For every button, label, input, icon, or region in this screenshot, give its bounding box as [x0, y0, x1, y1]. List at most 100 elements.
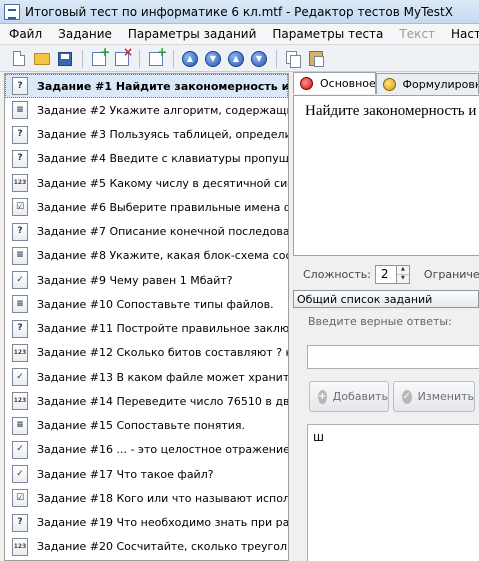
stepper-up-icon[interactable]: ▲ [397, 266, 409, 274]
move-bottom-button[interactable]: ▼ [248, 48, 270, 70]
single-choice-task-icon: ✓ [12, 465, 28, 484]
stepper-down-icon[interactable]: ▼ [396, 273, 409, 283]
toolbar-separator [173, 49, 174, 68]
add-answer-button[interactable]: + Добавить [309, 381, 389, 412]
task-row[interactable]: ? Задание #11 Постройте правильное заключ… [5, 317, 288, 341]
task-list-select-value: Общий список заданий [297, 292, 433, 306]
task-title: Задание #8 Укажите, какая блок-схема соо… [37, 249, 288, 263]
move-top-button[interactable]: ▲ [225, 48, 247, 70]
task-title: Задание #20 Сосчитайте, сколько треуголь… [37, 540, 288, 554]
task-row[interactable]: ✓ Задание #16 ... - это целостное отражен… [5, 438, 288, 462]
task-title: Задание #1 Найдите закономерность и про [37, 79, 288, 93]
menu-text[interactable]: Текст [390, 27, 442, 41]
task-title: Задание #5 Какому числу в десятичной сис… [37, 176, 288, 190]
task-title: Задание #19 Что необходимо знать при раз… [37, 516, 288, 530]
menu-bar: Файл Задание Параметры заданий Параметры… [0, 24, 479, 45]
difficulty-stepper[interactable]: ▲ ▼ [396, 264, 410, 284]
answers-label: Введите верные ответы: [308, 315, 452, 328]
delete-task-button[interactable] [111, 45, 133, 70]
answers-list[interactable]: ш [307, 424, 479, 561]
multiple-choice-task-icon: ☑ [12, 198, 28, 217]
task-row[interactable]: ? Задание #7 Описание конечной последоват… [5, 220, 288, 244]
task-row[interactable]: 123 Задание #20 Сосчитайте, сколько треуг… [5, 535, 288, 559]
tab-main[interactable]: Основное [293, 72, 376, 94]
task-row[interactable]: ≡ Задание #10 Сопоставьте типы файлов. [5, 292, 288, 316]
task-row[interactable]: 123 Задание #14 Переведите число 76510 в … [5, 389, 288, 413]
task-row[interactable]: ≡ Задание #15 Сопоставьте понятия. [5, 414, 288, 438]
menu-task-parameters[interactable]: Параметры заданий [119, 27, 264, 41]
save-button[interactable] [54, 48, 76, 70]
task-list-select[interactable]: Общий список заданий [293, 290, 479, 308]
task-title: Задание #10 Сопоставьте типы файлов. [37, 297, 274, 311]
answer-input[interactable] [307, 345, 479, 369]
task-title: Задание #2 Укажите алгоритм, содержащий … [37, 103, 288, 117]
task-row[interactable]: ☑ Задание #6 Выберите правильные имена фа… [5, 195, 288, 219]
yellow-circle-icon [382, 77, 396, 91]
paste-button[interactable] [305, 48, 327, 70]
menu-test-parameters[interactable]: Параметры теста [263, 27, 390, 41]
task-row[interactable]: ≡ Задание #8 Укажите, какая блок-схема со… [5, 244, 288, 268]
task-row[interactable]: ✓ Задание #17 Что такое файл? [5, 462, 288, 486]
answer-item: ш [313, 430, 324, 444]
matching-task-icon: ≡ [12, 295, 28, 314]
matching-task-icon: ≡ [12, 416, 28, 435]
edit-answer-button[interactable]: ✓ Изменить [393, 381, 475, 412]
difficulty-label: Сложность: [303, 267, 371, 281]
window-title: Итоговый тест по информатике 6 кл.mtf - … [25, 4, 453, 19]
move-up-button[interactable]: ▲ [179, 48, 201, 70]
toolbar-separator [82, 49, 83, 68]
open-file-button[interactable] [31, 48, 53, 70]
copy-button[interactable] [282, 48, 304, 70]
task-row[interactable]: ✓ Задание #13 В каком файле может хранить… [5, 365, 288, 389]
toolbar: ▲ ▼ ▲ ▼ [0, 45, 479, 72]
multiple-choice-task-icon: ☑ [12, 489, 28, 508]
red-circle-icon [300, 77, 313, 90]
task-title: Задание #14 Переведите число 76510 в дво… [37, 394, 288, 408]
menu-settings[interactable]: Настройка [442, 27, 479, 41]
paste-icon [309, 51, 324, 67]
editor-tabs: Основное Формулировк [293, 72, 479, 94]
add-task-button[interactable] [88, 45, 110, 70]
task-row[interactable]: ? Задание #4 Введите с клавиатуры пропуще… [5, 147, 288, 171]
single-choice-task-icon: ✓ [12, 271, 28, 290]
single-choice-task-icon: ✓ [12, 368, 28, 387]
task-row[interactable]: 123 Задание #5 Какому числу в десятичной … [5, 171, 288, 195]
question-text: Найдите закономерность и [305, 103, 477, 119]
task-row[interactable]: 123 Задание #12 Сколько битов составляют … [5, 341, 288, 365]
task-title: Задание #9 Чему равен 1 Мбайт? [37, 273, 233, 287]
open-folder-icon [34, 52, 50, 65]
tab-wording[interactable]: Формулировк [375, 73, 479, 94]
add-task-icon [92, 45, 110, 66]
delete-task-icon [115, 45, 133, 66]
question-task-icon: ? [12, 77, 28, 96]
task-row[interactable]: ≡ Задание #2 Укажите алгоритм, содержащий… [5, 98, 288, 122]
task-row[interactable]: ✓ Задание #9 Чему равен 1 Мбайт? [5, 268, 288, 292]
plus-icon: + [318, 389, 327, 404]
task-row[interactable]: ? Задание #19 Что необходимо знать при ра… [5, 511, 288, 535]
task-title: Задание #11 Постройте правильное заключе… [37, 322, 288, 336]
task-settings-icon [149, 45, 167, 66]
new-file-button[interactable] [8, 48, 30, 70]
question-editor[interactable]: Найдите закономерность и [293, 95, 479, 256]
question-task-icon: ? [12, 319, 28, 338]
task-list[interactable]: ? Задание #1 Найдите закономерность и про… [4, 73, 289, 561]
task-title: Задание #12 Сколько битов составляют ? к… [37, 346, 288, 360]
task-title: Задание #18 Кого или что называют исполн… [37, 491, 288, 505]
edit-answer-label: Изменить [417, 390, 474, 403]
menu-task[interactable]: Задание [49, 27, 119, 41]
check-icon: ✓ [402, 389, 412, 404]
move-down-icon: ▼ [205, 50, 221, 67]
task-settings-button[interactable] [145, 45, 167, 70]
task-row[interactable]: ? Задание #3 Пользуясь таблицей, определи… [5, 123, 288, 147]
number-task-icon: 123 [12, 343, 28, 362]
number-task-icon: 123 [12, 537, 28, 556]
order-task-icon: ≡ [12, 101, 28, 120]
menu-file[interactable]: Файл [0, 27, 49, 41]
add-answer-label: Добавить [332, 390, 388, 403]
move-down-button[interactable]: ▼ [202, 48, 224, 70]
task-row[interactable]: ☑ Задание #18 Кого или что называют испол… [5, 486, 288, 510]
difficulty-input[interactable]: 2 [374, 264, 397, 284]
question-task-icon: ? [12, 125, 28, 144]
task-row[interactable]: ? Задание #1 Найдите закономерность и про [5, 74, 288, 99]
number-task-icon: 123 [12, 174, 28, 193]
